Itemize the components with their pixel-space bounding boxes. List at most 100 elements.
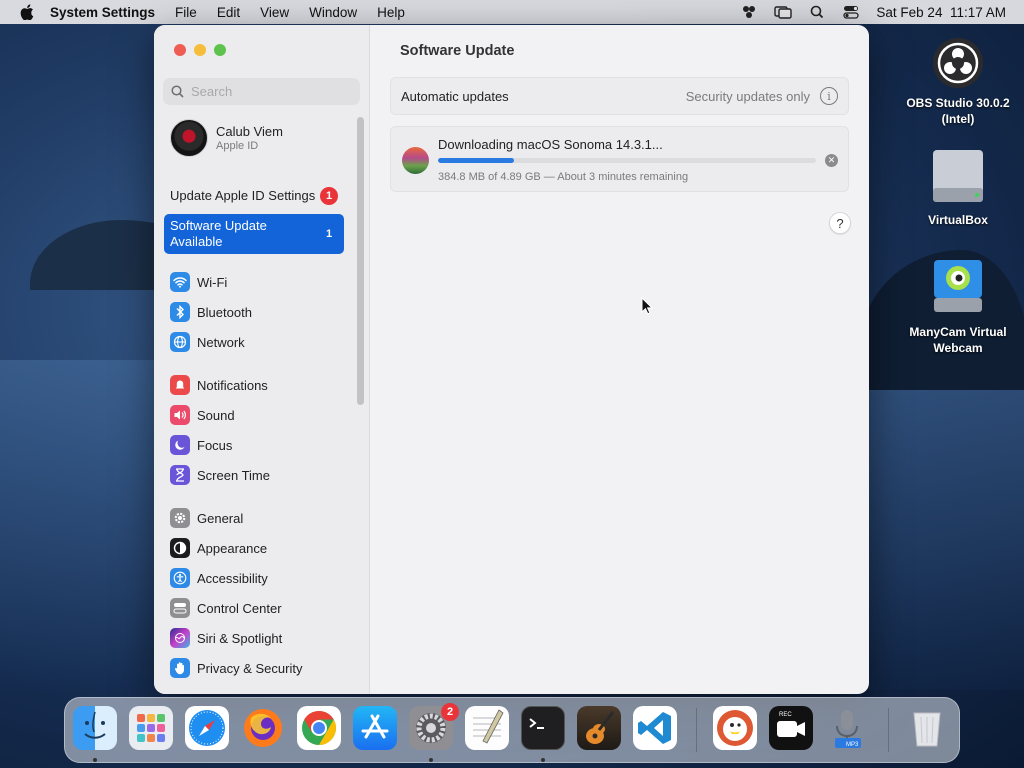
avatar: [170, 119, 208, 157]
sidebar-item-appearance[interactable]: Appearance: [170, 537, 267, 559]
dock-vscode[interactable]: [633, 706, 677, 750]
appearance-icon: [170, 538, 190, 558]
dock-screen-recorder[interactable]: REC: [769, 706, 813, 750]
account-name: Calub Viem: [216, 124, 283, 139]
search-input[interactable]: Search: [163, 78, 360, 105]
sidebar-item-label: Accessibility: [197, 570, 268, 586]
sidebar-item-notifications[interactable]: Notifications: [170, 374, 268, 396]
running-indicator: [93, 758, 97, 762]
notice-label: Software Update Available: [170, 218, 267, 249]
firefox-icon: [244, 709, 282, 747]
menu-app-name[interactable]: System Settings: [50, 5, 155, 20]
sidebar-item-control-center[interactable]: Control Center: [170, 597, 282, 619]
sidebar-item-label: Bluetooth: [197, 304, 252, 320]
window-controls: [174, 44, 226, 56]
menu-file[interactable]: File: [175, 5, 197, 20]
macos-sonoma-icon: [402, 147, 429, 174]
desktop-icon-label: ManyCam Virtual Webcam: [909, 325, 1007, 355]
safari-compass-icon: [189, 710, 225, 746]
app-store-icon: [361, 714, 389, 739]
sidebar-item-label: Privacy & Security: [197, 660, 303, 676]
screen-time-icon: [170, 465, 190, 485]
download-title: Downloading macOS Sonoma 14.3.1...: [438, 137, 663, 152]
dock-textedit[interactable]: [465, 706, 509, 750]
desktop-icon-label: OBS Studio 30.0.2 (Intel): [906, 96, 1010, 126]
dock-app-store[interactable]: [353, 706, 397, 750]
sound-icon: [170, 405, 190, 425]
launchpad-grid-icon: [137, 714, 165, 742]
control-center-icon[interactable]: [842, 5, 860, 19]
info-icon[interactable]: i: [820, 87, 838, 105]
sidebar-item-privacy-security[interactable]: Privacy & Security: [170, 657, 302, 679]
duckduckgo-icon: [717, 710, 753, 746]
chrome-icon: [302, 711, 336, 745]
desktop-icon-virtualbox[interactable]: VirtualBox: [898, 148, 1018, 228]
bluetooth-icon: [170, 302, 190, 322]
garageband-guitar-icon: [586, 711, 615, 744]
obs-icon: [933, 38, 983, 88]
dock-safari[interactable]: [185, 706, 229, 750]
dock-garageband[interactable]: [577, 706, 621, 750]
sidebar-item-wifi[interactable]: Wi-Fi: [170, 271, 227, 293]
sidebar: Search Calub Viem Apple ID Update Apple …: [154, 25, 370, 694]
sidebar-item-screen-time[interactable]: Screen Time: [170, 464, 270, 486]
menu-edit[interactable]: Edit: [217, 5, 240, 20]
help-button[interactable]: ?: [829, 212, 851, 234]
download-progress-bar: [438, 158, 816, 163]
system-settings-window: Search Calub Viem Apple ID Update Apple …: [154, 25, 869, 694]
finder-icon: [84, 711, 106, 739]
notification-badge: 1: [320, 187, 338, 205]
automatic-updates-value: Security updates only: [685, 88, 810, 104]
dock-separator: [696, 708, 697, 752]
dock-chrome[interactable]: [297, 706, 341, 750]
sidebar-item-label: General: [197, 510, 244, 526]
sidebar-item-network[interactable]: Network: [170, 331, 245, 353]
spotlight-search-icon[interactable]: [808, 5, 826, 19]
sidebar-item-label: Network: [197, 334, 245, 350]
page-title: Software Update: [400, 43, 515, 59]
sidebar-item-accessibility[interactable]: Accessibility: [170, 567, 268, 589]
software-update-available[interactable]: Software Update Available 1: [164, 214, 344, 254]
dock-terminal[interactable]: [521, 706, 565, 750]
apple-menu-icon[interactable]: [20, 4, 34, 20]
menu-view[interactable]: View: [260, 5, 289, 20]
desktop-icon-obs[interactable]: OBS Studio 30.0.2 (Intel): [898, 37, 1018, 127]
account-subtitle: Apple ID: [216, 140, 259, 152]
apple-id-account[interactable]: Calub Viem Apple ID: [170, 119, 283, 157]
running-indicator: [541, 758, 545, 762]
menu-window[interactable]: Window: [309, 5, 357, 20]
minimize-window-button[interactable]: [194, 44, 206, 56]
sidebar-item-label: Control Center: [197, 600, 282, 616]
close-window-button[interactable]: [174, 44, 186, 56]
desktop-icon-manycam[interactable]: ManyCam Virtual Webcam: [898, 258, 1018, 356]
sidebar-item-sound[interactable]: Sound: [170, 404, 235, 426]
sidebar-item-label: Appearance: [197, 540, 268, 556]
menu-help[interactable]: Help: [377, 5, 405, 20]
terminal-icon: [529, 718, 544, 729]
dock-trash[interactable]: [905, 706, 949, 750]
main-pane: Software Update Automatic updates Securi…: [370, 25, 869, 694]
trash-icon: [913, 712, 941, 747]
sidebar-scrollbar[interactable]: [357, 117, 364, 405]
dock-finder[interactable]: [73, 706, 117, 750]
focus-moon-icon: [170, 435, 190, 455]
dock-duckduckgo[interactable]: [713, 706, 757, 750]
status-extras-icon[interactable]: [740, 5, 758, 19]
update-apple-id-settings[interactable]: Update Apple ID Settings 1: [164, 179, 344, 213]
screen-mirroring-icon[interactable]: [774, 5, 793, 19]
cancel-download-icon[interactable]: ✕: [825, 154, 838, 167]
dock-audio-converter[interactable]: MP3: [825, 706, 869, 750]
sidebar-item-label: Notifications: [197, 377, 268, 393]
sidebar-item-label: Wi-Fi: [197, 274, 228, 290]
dock-firefox[interactable]: [241, 706, 285, 750]
menu-clock[interactable]: Sat Feb 24 11:17 AM: [876, 5, 1006, 20]
dock-launchpad[interactable]: [129, 706, 173, 750]
sidebar-item-general[interactable]: General: [170, 507, 243, 529]
sidebar-item-siri-spotlight[interactable]: Siri & Spotlight: [170, 627, 282, 649]
sidebar-item-focus[interactable]: Focus: [170, 434, 232, 456]
zoom-window-button[interactable]: [214, 44, 226, 56]
sidebar-item-bluetooth[interactable]: Bluetooth: [170, 301, 252, 323]
disk-icon: [933, 150, 983, 202]
search-icon: [171, 85, 184, 98]
manycam-icon: [934, 260, 982, 312]
